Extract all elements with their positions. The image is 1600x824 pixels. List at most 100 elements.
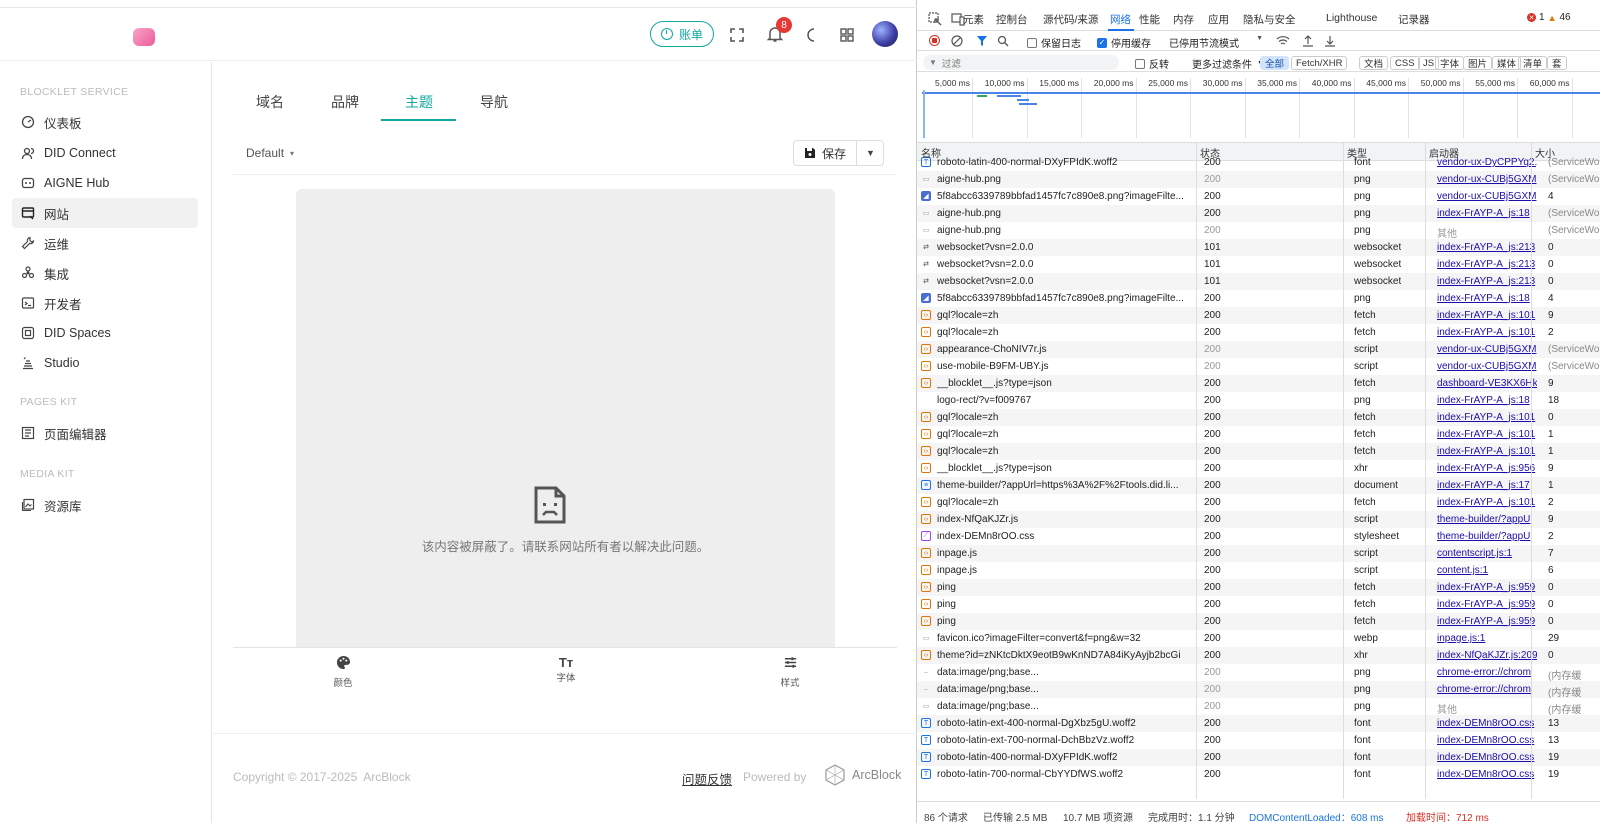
table-row[interactable]: Troboto-latin-700-normal-CbYYDfWS.woff2 2… <box>917 766 1600 783</box>
table-row[interactable]: logo-rect/?v=f009767 200 png index-FrAYP-A_… <box>917 392 1600 409</box>
filter-type-tab[interactable]: 图片 <box>1463 56 1493 70</box>
filter-type-tab[interactable]: 清单 <box>1518 56 1548 70</box>
sidebar-item-page-editor[interactable]: 页面编辑器 <box>12 418 198 448</box>
table-row[interactable]: ‹› index-NfQaKJZr.js 200 script theme-builde… <box>917 511 1600 528</box>
disable-cache-checkbox[interactable]: ✓ 停用缓存 <box>1097 35 1151 50</box>
table-row[interactable]: ‹› gql?locale=zh 200 fetch index-FrAYP-A_js:… <box>917 307 1600 324</box>
filter-type-tab[interactable]: 媒体 <box>1492 56 1522 70</box>
request-initiator[interactable]: vendor-ux-CUBj5GXM <box>1437 344 1537 355</box>
devtools-tab[interactable]: 控制台 <box>996 12 1028 27</box>
table-row[interactable]: ⇄ websocket?vsn=2.0.0 101 websocket index-Fr… <box>917 273 1600 290</box>
devtools-tab[interactable]: Lighthouse <box>1326 12 1377 24</box>
table-row[interactable]: ◢ 5f8abcc6339789bbfad1457fc7c890e8.png?im… <box>917 290 1600 307</box>
request-initiator[interactable]: index-DEMn8rOO.css <box>1437 769 1537 780</box>
sidebar-item-did-connect[interactable]: DID Connect <box>12 138 198 168</box>
table-row[interactable]: ‹› gql?locale=zh 200 fetch index-FrAYP-A_js:… <box>917 409 1600 426</box>
more-filters-dropdown[interactable]: 更多过滤条件▼ <box>1192 56 1264 71</box>
request-initiator[interactable]: index-FrAYP-A_js:213 <box>1437 276 1537 287</box>
sidebar-item-media-library[interactable]: 资源库 <box>12 490 198 520</box>
request-initiator[interactable]: index-DEMn8rOO.css <box>1437 718 1537 729</box>
sidebar-item-aigne-hub[interactable]: AIGNE Hub <box>12 168 198 198</box>
request-initiator[interactable]: index-FrAYP-A_js:959 <box>1437 582 1537 593</box>
request-initiator[interactable]: index-DEMn8rOO.css <box>1437 735 1537 746</box>
request-initiator[interactable]: chrome-error://chrom <box>1437 684 1537 695</box>
request-initiator[interactable]: index-FrAYP-A_js:101 <box>1437 327 1537 338</box>
save-button[interactable]: 保存 <box>794 141 856 165</box>
filter-type-tab[interactable]: CSS <box>1390 56 1420 70</box>
filter-icon[interactable] <box>976 35 988 47</box>
sidebar-item-integration[interactable]: 集成 <box>12 258 198 288</box>
devtools-tab[interactable]: 源代码/来源 <box>1043 12 1098 27</box>
table-row[interactable]: ‹› inpage.js 200 script contentscript.js:1 7 <box>917 545 1600 562</box>
table-row[interactable]: ‹› inpage.js 200 script content.js:1 6 <box>917 562 1600 579</box>
record-button[interactable] <box>929 35 940 46</box>
theme-mode-button[interactable] <box>803 26 821 44</box>
column-header[interactable]: 状态 <box>1200 145 1220 160</box>
inspect-icon[interactable] <box>928 12 942 26</box>
request-initiator[interactable]: theme-builder/?appU <box>1437 531 1537 542</box>
column-header[interactable]: 大小 <box>1535 145 1555 160</box>
request-initiator[interactable]: index-FrAYP-A_js:956 <box>1437 463 1537 474</box>
table-row[interactable]: ‹› appearance-ChoNIV7r.js 200 script vendor-… <box>917 341 1600 358</box>
table-row[interactable]: ⇄ websocket?vsn=2.0.0 101 websocket index-Fr… <box>917 256 1600 273</box>
request-initiator[interactable]: index-FrAYP-A_js:101 <box>1437 310 1537 321</box>
import-har-icon[interactable] <box>1302 35 1314 47</box>
table-row[interactable]: ‹› ping 200 fetch index-FrAYP-A_js:959 0 <box>917 596 1600 613</box>
table-row[interactable]: ‹› use-mobile-B9FM-UBY.js 200 script vendor-… <box>917 358 1600 375</box>
request-initiator[interactable]: vendor-ux-CUBj5GXM <box>1437 361 1537 372</box>
sidebar-item-did-spaces[interactable]: DID Spaces <box>12 318 198 348</box>
request-initiator[interactable]: theme-builder/?appU <box>1437 514 1537 525</box>
devtools-tab[interactable]: 内存 <box>1173 12 1194 27</box>
feedback-link[interactable]: 问题反馈 <box>682 769 732 788</box>
request-initiator[interactable]: dashboard-VE3KX6Hk <box>1437 378 1537 389</box>
request-initiator[interactable]: content.js:1 <box>1437 565 1537 576</box>
devtools-tab[interactable]: 元素 <box>963 12 984 27</box>
request-initiator[interactable]: index-FrAYP-A_js:959 <box>1437 616 1537 627</box>
column-header[interactable]: 名称 <box>921 145 941 160</box>
request-initiator[interactable]: index-FrAYP-A_js:18 <box>1437 395 1537 406</box>
table-row[interactable]: ≡ theme-builder/?appUrl=https%3A%2F%2Ftoo… <box>917 477 1600 494</box>
table-row[interactable]: ▭ data:image/png;base... 200 png 其他 (内存缓 <box>917 698 1600 716</box>
table-row[interactable]: ◢ 5f8abcc6339789bbfad1457fc7c890e8.png?im… <box>917 188 1600 205</box>
table-row[interactable]: ‹› gql?locale=zh 200 fetch index-FrAYP-A_js:… <box>917 443 1600 460</box>
search-icon[interactable] <box>997 35 1009 47</box>
request-initiator[interactable]: index-FrAYP-A_js:18 <box>1437 208 1537 219</box>
table-row[interactable]: – data:image/png;base... 200 png chrome-erro… <box>917 681 1600 699</box>
table-row[interactable]: ▭ aigne-hub.png 200 png vendor-ux-CUBj5GXM (S… <box>917 171 1600 188</box>
filter-type-tab[interactable]: 字体 <box>1435 56 1465 70</box>
filter-type-tab[interactable]: 全部 <box>1260 56 1290 70</box>
table-row[interactable]: Troboto-latin-400-normal-DXyFPIdK.woff2 2… <box>917 749 1600 766</box>
sidebar-item-ops[interactable]: 运维 <box>12 228 198 258</box>
tool-color[interactable]: 颜色 <box>318 655 368 689</box>
request-initiator[interactable]: index-FrAYP-A_js:17 <box>1437 480 1537 491</box>
column-header[interactable]: 类型 <box>1347 145 1367 160</box>
filter-type-tab[interactable]: 文档 <box>1359 56 1389 70</box>
request-initiator[interactable]: index-FrAYP-A_js:213 <box>1437 242 1537 253</box>
table-row[interactable]: ‹› ping 200 fetch index-FrAYP-A_js:959 0 <box>917 579 1600 596</box>
table-row[interactable]: ‹› gql?locale=zh 200 fetch index-FrAYP-A_js:… <box>917 426 1600 443</box>
column-header[interactable]: 启动器 <box>1429 145 1459 160</box>
request-initiator[interactable]: index-NfQaKJZr.js:209 <box>1437 650 1537 661</box>
throttle-select[interactable]: 已停用节流模式 ▼ <box>1169 35 1263 50</box>
devtools-tab[interactable]: 性能 <box>1139 12 1160 27</box>
notifications-button[interactable]: 8 <box>766 17 792 45</box>
table-row[interactable]: ‹› ping 200 fetch index-FrAYP-A_js:959 0 <box>917 613 1600 630</box>
apps-button[interactable] <box>838 26 856 44</box>
request-initiator[interactable]: contentscript.js:1 <box>1437 548 1537 559</box>
request-initiator[interactable]: index-FrAYP-A_js:101 <box>1437 446 1537 457</box>
export-har-icon[interactable] <box>1324 35 1336 47</box>
table-row[interactable]: ▭ favicon.ico?imageFilter=convert&f=png&w… <box>917 630 1600 647</box>
request-initiator[interactable]: inpage.js:1 <box>1437 633 1537 644</box>
table-row[interactable]: ‹› theme?id=zNKtcDktX9eotB9wKnND7A84iKyAy… <box>917 647 1600 664</box>
tab-domain[interactable]: 域名 <box>256 92 284 112</box>
sidebar-item-dashboard[interactable]: 仪表板 <box>12 107 198 137</box>
bill-button[interactable]: 账单 <box>650 21 714 47</box>
avatar[interactable] <box>872 21 898 47</box>
fullscreen-button[interactable] <box>728 26 746 44</box>
devtools-tab[interactable]: 隐私与安全 <box>1243 12 1296 27</box>
devtools-tab[interactable]: 应用 <box>1208 12 1229 27</box>
request-initiator[interactable]: index-DEMn8rOO.css <box>1437 752 1537 763</box>
tab-theme[interactable]: 主题 <box>405 92 433 112</box>
sidebar-item-developer[interactable]: 开发者 <box>12 288 198 318</box>
request-initiator[interactable]: index-FrAYP-A_js:101 <box>1437 497 1537 508</box>
